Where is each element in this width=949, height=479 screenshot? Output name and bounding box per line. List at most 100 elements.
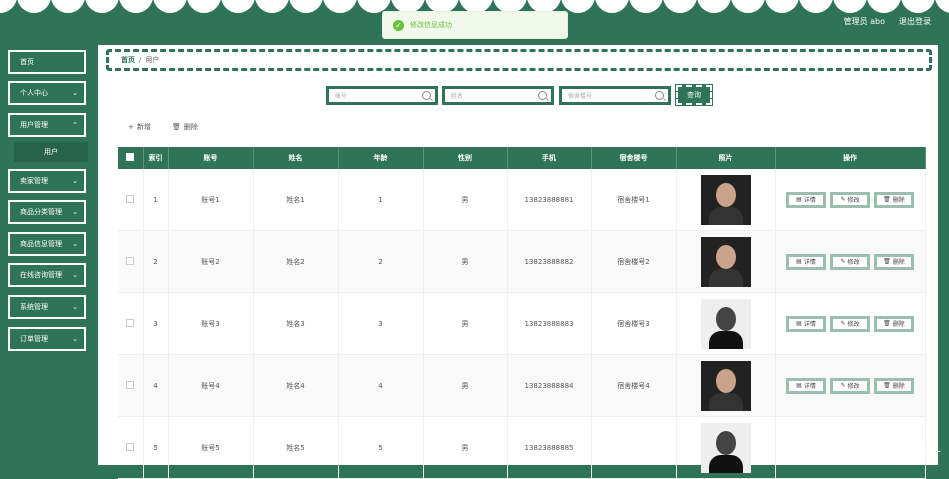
column-header: 年龄 <box>338 147 424 169</box>
trash-icon: 🗑 <box>883 258 891 265</box>
chevron-down-icon: ⌄ <box>72 89 78 97</box>
sidebar-item-category-management[interactable]: 商品分类管理 ⌄ <box>8 200 86 224</box>
sidebar-item-label: 用户管理 <box>20 121 48 129</box>
row-checkbox[interactable] <box>126 256 135 265</box>
cell-age: 5 <box>338 416 424 479</box>
sidebar-item-seller-management[interactable]: 卖家管理 ⌄ <box>8 169 86 193</box>
edit-button[interactable]: ✎ 修改 <box>830 315 870 332</box>
cell-name: 姓名3 <box>253 292 339 355</box>
add-label: 新增 <box>136 123 151 131</box>
edit-label: 修改 <box>847 197 860 204</box>
row-checkbox[interactable] <box>126 318 135 327</box>
chevron-down-icon: ⌄ <box>72 271 78 279</box>
sidebar-subitem-user[interactable]: 用户 <box>14 142 88 162</box>
delete-label: 删除 <box>183 123 198 131</box>
trash-icon: 🗑 <box>883 320 891 327</box>
delete-button[interactable]: 🗑 删除 <box>874 191 914 208</box>
sidebar-item-consult-management[interactable]: 在线咨询管理 ⌄ <box>8 263 86 287</box>
detail-button[interactable]: ▤ 详情 <box>786 377 826 394</box>
scallop-shape <box>0 0 17 13</box>
chevron-down-icon: ⌄ <box>72 303 78 311</box>
select-all-cell[interactable] <box>118 147 144 169</box>
cell-name: 姓名4 <box>253 354 339 417</box>
edit-label: 修改 <box>847 259 860 266</box>
delete-label: 删除 <box>892 321 905 328</box>
column-header: 性别 <box>423 147 508 169</box>
sidebar-item-home[interactable]: 首页 <box>8 50 86 74</box>
delete-button[interactable]: 🗑 删除 <box>874 377 914 394</box>
bulk-delete-button[interactable]: 🗑 删除 <box>172 122 198 132</box>
edit-button[interactable]: ✎ 修改 <box>830 191 870 208</box>
cell-account: 账号1 <box>168 169 254 231</box>
row-checkbox[interactable] <box>126 380 135 389</box>
delete-button[interactable]: 🗑 删除 <box>874 315 914 332</box>
cell-index: 2 <box>143 230 169 293</box>
sidebar-item-system-management[interactable]: 系统管理 ⌄ <box>8 295 86 319</box>
cell-gender: 男 <box>423 230 508 293</box>
sidebar-item-label: 个人中心 <box>20 89 48 97</box>
column-header: 账号 <box>168 147 254 169</box>
search-icon <box>422 91 431 100</box>
admin-user-label[interactable]: 管理员 abo <box>844 16 885 27</box>
delete-label: 删除 <box>892 197 905 204</box>
cell-index: 1 <box>143 169 169 231</box>
sidebar-item-order-management[interactable]: 订单管理 ⌄ <box>8 327 86 351</box>
table-row: 4 账号4 姓名4 4 男 13823888884 宿舍楼号4 ▤ 详情 ✎ 修改 … <box>118 354 926 417</box>
sidebar-item-user-management[interactable]: 用户管理 ⌃ <box>8 113 86 137</box>
detail-button[interactable]: ▤ 详情 <box>786 253 826 270</box>
row-checkbox[interactable] <box>126 442 135 451</box>
trash-icon: 🗑 <box>883 196 891 203</box>
scallop-shape <box>867 0 901 13</box>
logout-button[interactable]: 退出登录 <box>899 16 931 27</box>
scallop-shape <box>697 0 731 13</box>
column-header: 索引 <box>143 147 169 169</box>
column-header: 宿舍楼号 <box>591 147 677 169</box>
sidebar-item-product-management[interactable]: 商品信息管理 ⌄ <box>8 232 86 256</box>
name-search-input[interactable]: 姓名 <box>442 86 554 105</box>
scallop-shape <box>85 0 119 13</box>
column-header: 姓名 <box>253 147 339 169</box>
table-row: 1 账号1 姓名1 1 男 13823888881 宿舍楼号1 ▤ 详情 ✎ 修改 … <box>118 169 926 231</box>
scallop-shape <box>17 0 51 13</box>
cell-dorm <box>591 416 677 479</box>
select-all-checkbox[interactable] <box>126 153 135 161</box>
name-placeholder: 姓名 <box>451 93 464 100</box>
dorm-search-input[interactable]: 宿舍楼号 <box>559 86 671 105</box>
trash-icon: 🗑 <box>172 123 181 131</box>
search-icon <box>655 91 664 100</box>
document-icon: ▤ <box>796 382 802 389</box>
sidebar-item-label: 订单管理 <box>20 335 48 343</box>
cell-account: 账号4 <box>168 354 254 417</box>
scallop-shape <box>51 0 85 13</box>
scallop-shape <box>119 0 153 13</box>
pencil-icon: ✎ <box>840 258 846 265</box>
row-checkbox[interactable] <box>126 194 135 203</box>
edit-label: 修改 <box>847 383 860 390</box>
sidebar-item-personal-center[interactable]: 个人中心 ⌄ <box>8 81 86 105</box>
document-icon: ▤ <box>796 196 802 203</box>
cell-gender: 男 <box>423 416 508 479</box>
breadcrumb-home[interactable]: 首页 <box>121 55 135 65</box>
plus-icon: + <box>128 123 134 131</box>
sidebar: 首页 个人中心 ⌄ 用户管理 ⌃ 用户 卖家管理 ⌄ 商品分类管理 ⌄ 商品信息… <box>0 45 96 465</box>
account-search-input[interactable]: 账号 <box>326 86 438 105</box>
query-button[interactable]: 查询 <box>675 84 713 106</box>
breadcrumb-separator: / <box>139 56 142 64</box>
detail-button[interactable]: ▤ 详情 <box>786 315 826 332</box>
scallop-shape <box>187 0 221 13</box>
add-button[interactable]: + 新增 <box>128 122 151 132</box>
cell-index: 5 <box>143 416 169 479</box>
edit-button[interactable]: ✎ 修改 <box>830 253 870 270</box>
edit-button[interactable]: ✎ 修改 <box>830 377 870 394</box>
sidebar-item-label: 商品分类管理 <box>20 208 62 216</box>
chevron-down-icon: ⌄ <box>72 208 78 216</box>
cell-phone: 13823888884 <box>507 354 592 417</box>
delete-label: 删除 <box>892 383 905 390</box>
delete-button[interactable]: 🗑 删除 <box>874 253 914 270</box>
scallop-shape <box>153 0 187 13</box>
pencil-icon: ✎ <box>840 320 846 327</box>
detail-label: 详情 <box>803 197 816 204</box>
detail-button[interactable]: ▤ 详情 <box>786 191 826 208</box>
table-header-row: 索引 账号 姓名 年龄 性别 手机 宿舍楼号 照片 操作 <box>118 147 926 169</box>
scallop-shape <box>935 0 949 13</box>
